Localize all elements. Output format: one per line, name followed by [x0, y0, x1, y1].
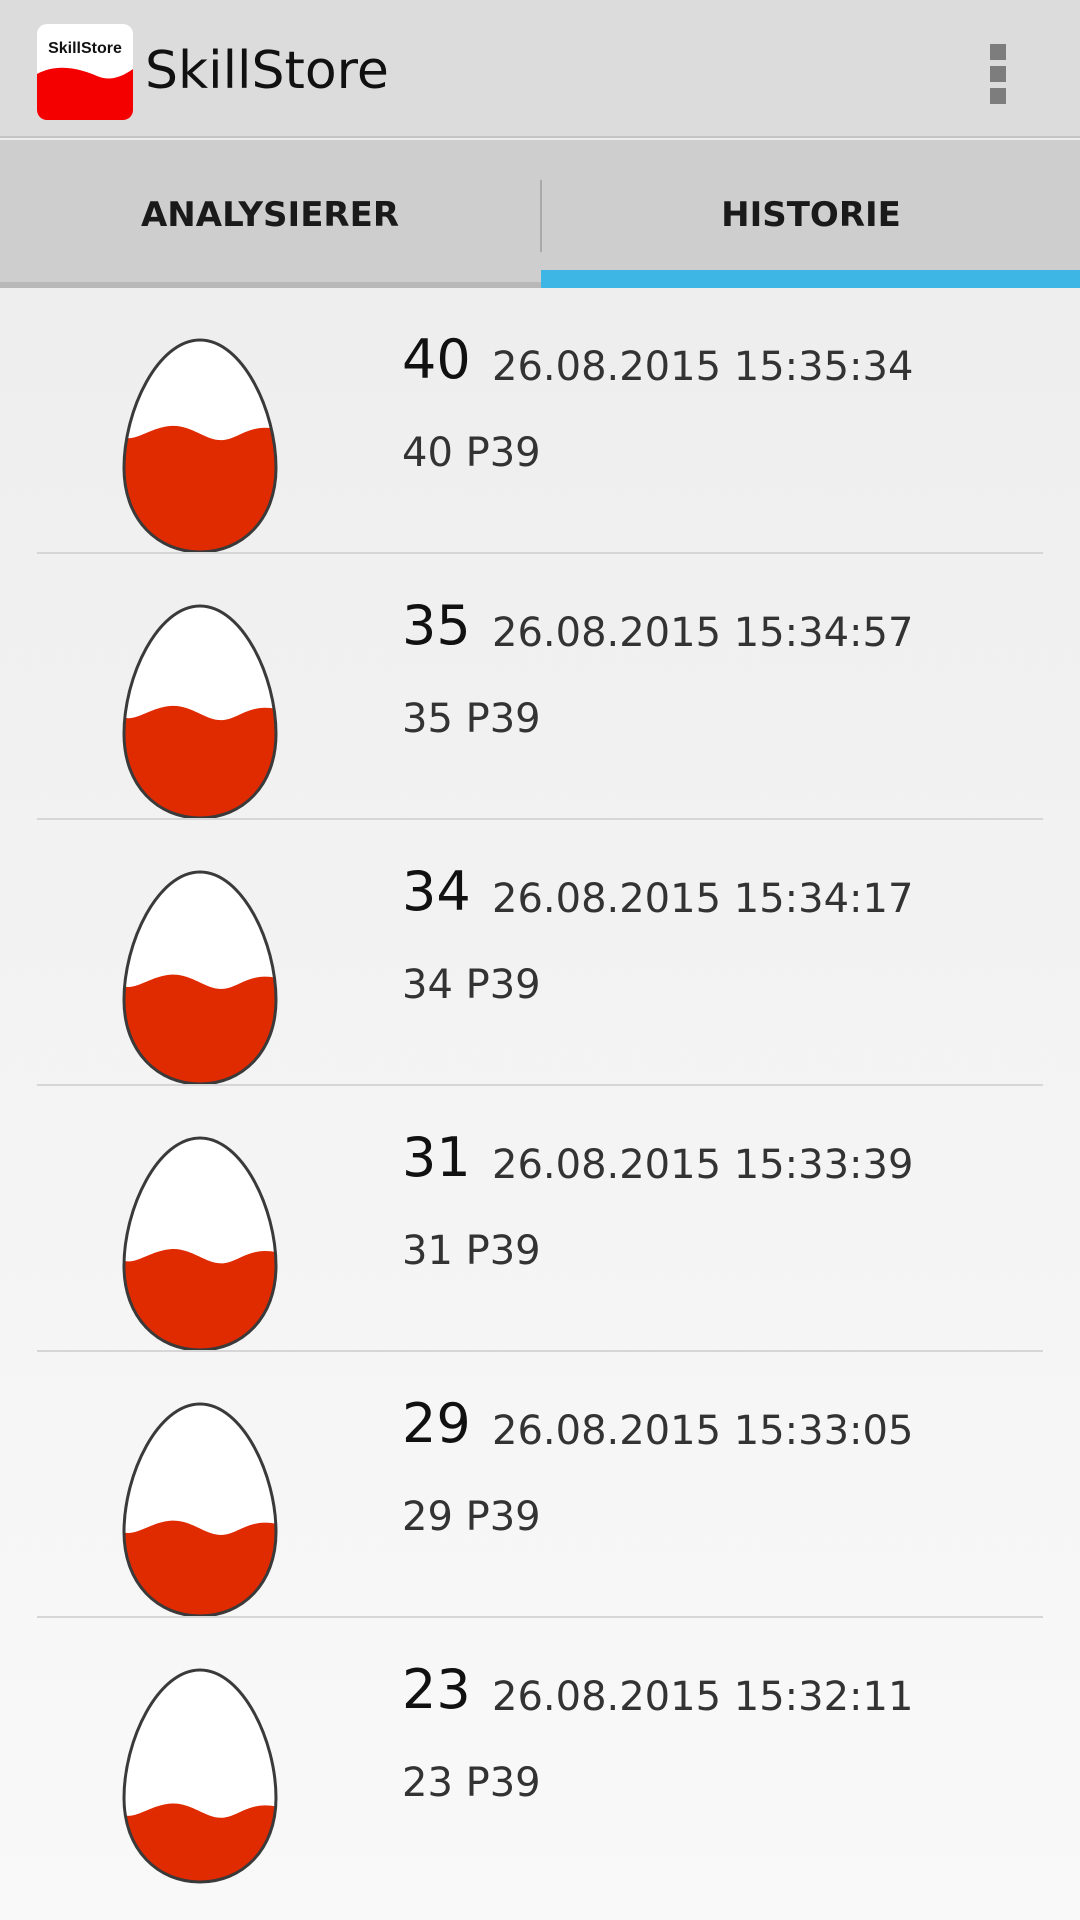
tab-analysierer[interactable]: ANALYSIERER: [0, 140, 540, 288]
item-detail: 31 P39: [402, 1228, 541, 1274]
egg-icon: [122, 870, 278, 1086]
active-tab-indicator: [541, 270, 1080, 288]
app-logo-text: SkillStore: [48, 40, 122, 57]
item-detail: 23 P39: [402, 1760, 541, 1806]
egg-fill: [124, 425, 276, 552]
item-score: 40: [402, 328, 471, 391]
item-date: 26.08.2015 15:33:05: [492, 1408, 914, 1454]
item-score: 31: [402, 1126, 471, 1189]
egg-icon: [122, 338, 278, 554]
item-detail: 40 P39: [402, 430, 541, 476]
item-score: 29: [402, 1392, 471, 1455]
history-list: 40 26.08.2015 15:35:34 40 P39 35 26.08.2…: [0, 288, 1080, 1884]
history-item[interactable]: 23 26.08.2015 15:32:11 23 P39: [0, 1618, 1080, 1884]
tab-historie[interactable]: HISTORIE: [541, 140, 1080, 288]
egg-fill: [124, 1520, 276, 1616]
history-item[interactable]: 29 26.08.2015 15:33:05 29 P39: [0, 1352, 1080, 1618]
item-detail: 34 P39: [402, 962, 541, 1008]
egg-icon: [122, 604, 278, 820]
egg-icon: [122, 1402, 278, 1618]
item-date: 26.08.2015 15:35:34: [492, 344, 914, 390]
egg-fill: [124, 705, 276, 818]
history-item[interactable]: 34 26.08.2015 15:34:17 34 P39: [0, 820, 1080, 1086]
item-date: 26.08.2015 15:34:17: [492, 876, 914, 922]
item-date: 26.08.2015 15:33:39: [492, 1142, 914, 1188]
egg-fill: [124, 1803, 276, 1882]
egg-fill: [124, 974, 276, 1084]
history-item[interactable]: 35 26.08.2015 15:34:57 35 P39: [0, 554, 1080, 820]
item-score: 34: [402, 860, 471, 923]
item-score: 35: [402, 594, 471, 657]
egg-icon: [122, 1136, 278, 1352]
history-item[interactable]: 40 26.08.2015 15:35:34 40 P39: [0, 288, 1080, 554]
history-item[interactable]: 31 26.08.2015 15:33:39 31 P39: [0, 1086, 1080, 1352]
overflow-menu-icon[interactable]: [978, 30, 1018, 114]
item-date: 26.08.2015 15:32:11: [492, 1674, 914, 1720]
egg-fill: [124, 1249, 276, 1350]
item-detail: 35 P39: [402, 696, 541, 742]
app-logo-icon: SkillStore: [37, 24, 133, 120]
tab-bar: ANALYSIERER HISTORIE: [0, 140, 1080, 288]
egg-icon: [122, 1668, 278, 1884]
item-detail: 29 P39: [402, 1494, 541, 1540]
app-title: SkillStore: [145, 41, 389, 101]
item-score: 23: [402, 1658, 471, 1721]
item-date: 26.08.2015 15:34:57: [492, 610, 914, 656]
action-bar: SkillStore SkillStore: [0, 0, 1080, 138]
